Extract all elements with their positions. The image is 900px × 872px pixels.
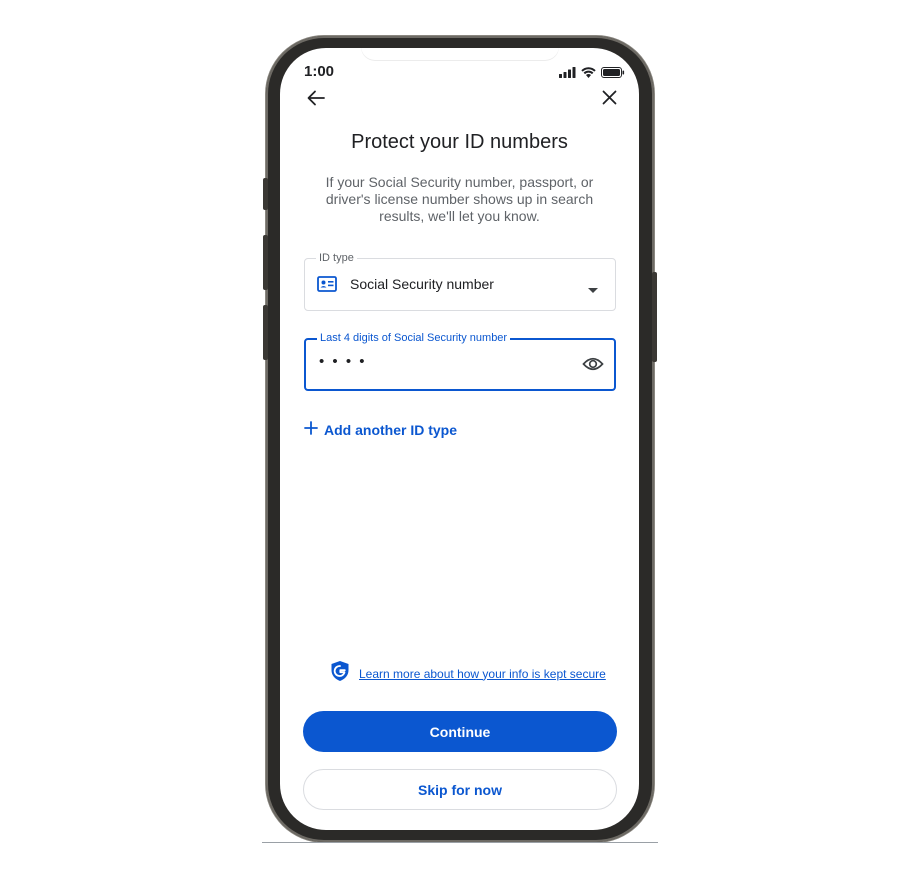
battery-icon bbox=[601, 65, 625, 83]
divider bbox=[262, 842, 658, 843]
skip-for-now-button[interactable]: Skip for now bbox=[303, 769, 617, 810]
phone-side-button bbox=[263, 305, 268, 360]
status-icons bbox=[559, 65, 625, 83]
signal-icon bbox=[559, 65, 576, 83]
id-type-value: Social Security number bbox=[350, 276, 494, 292]
id-card-icon bbox=[317, 276, 337, 297]
add-id-type-label: Add another ID type bbox=[324, 421, 458, 438]
back-button[interactable] bbox=[302, 86, 330, 114]
add-id-type-link[interactable]: Add another ID type bbox=[304, 421, 457, 438]
arrow-left-icon bbox=[307, 90, 325, 111]
close-icon bbox=[602, 90, 617, 110]
page-title: Protect your ID numbers bbox=[351, 131, 568, 153]
phone-side-button bbox=[263, 235, 268, 290]
id-type-select[interactable]: ID type Social Security number bbox=[304, 252, 616, 311]
close-button[interactable] bbox=[595, 86, 623, 114]
ssn-digits-label: Last 4 digits of Social Security number bbox=[317, 332, 511, 344]
status-time: 1:00 bbox=[304, 63, 335, 80]
dynamic-island bbox=[361, 48, 559, 60]
continue-button[interactable]: Continue bbox=[303, 711, 617, 752]
ssn-digits-input[interactable]: • • • • bbox=[319, 353, 367, 370]
google-shield-icon bbox=[330, 660, 350, 687]
phone-screen: 1:00 Protect your ID numbers If your Soc… bbox=[280, 48, 639, 830]
phone-side-button bbox=[652, 272, 657, 362]
page-description: If your Social Security number, passport… bbox=[325, 174, 594, 224]
eye-icon[interactable] bbox=[582, 356, 604, 377]
phone-side-button bbox=[263, 178, 268, 210]
security-learn-more-link[interactable]: Learn more about how your info is kept s… bbox=[359, 667, 606, 681]
id-type-label: ID type bbox=[316, 252, 357, 264]
security-info-row: Learn more about how your info is kept s… bbox=[330, 660, 606, 687]
plus-icon bbox=[304, 421, 318, 438]
wifi-icon bbox=[581, 65, 596, 83]
ssn-digits-field[interactable]: Last 4 digits of Social Security number … bbox=[304, 332, 616, 391]
chevron-down-icon bbox=[588, 281, 598, 299]
